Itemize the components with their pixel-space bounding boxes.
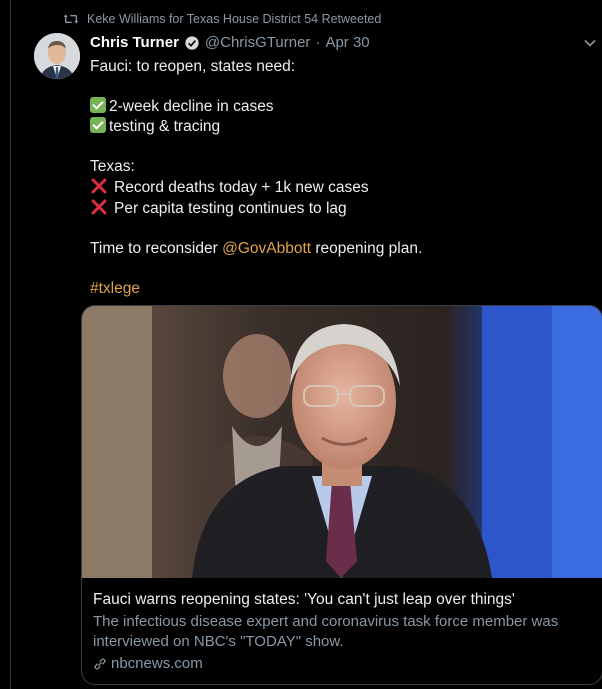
card-meta: Fauci warns reopening states: 'You can't… (93, 590, 592, 674)
texas-label: Texas: (90, 158, 135, 175)
issue-2-text: Per capita testing continues to lag (114, 200, 347, 217)
tweet-need-1: 2-week decline in cases (90, 97, 589, 117)
tweet-need-2: testing & tracing (90, 117, 589, 137)
cross-mark-icon (91, 199, 107, 215)
card-domain-row: nbcnews.com (93, 654, 592, 674)
mention-link[interactable]: @GovAbbott (222, 240, 311, 257)
retweet-context: Keke Williams for Texas House District 5… (63, 12, 381, 26)
link-icon (94, 658, 106, 670)
hashtag-link[interactable]: #txlege (90, 279, 589, 299)
author-name[interactable]: Chris Turner (90, 34, 179, 51)
retweet-icon (63, 14, 79, 24)
avatar[interactable] (34, 33, 80, 79)
author-handle[interactable]: @ChrisGTurner (205, 34, 311, 51)
avatar-photo (34, 33, 80, 79)
tweet-date[interactable]: Apr 30 (325, 34, 369, 51)
tweet-container[interactable]: Keke Williams for Texas House District 5… (10, 0, 602, 689)
closing-pre-text: Time to reconsider (90, 240, 223, 257)
check-mark-icon (90, 97, 106, 113)
card-title: Fauci warns reopening states: 'You can't… (93, 591, 515, 608)
need-2-text: testing & tracing (109, 118, 221, 135)
tweet-header: Chris Turner @ChrisGTurner · Apr 30 (90, 34, 563, 51)
need-1-text: 2-week decline in cases (109, 98, 274, 115)
card-image (82, 306, 602, 578)
issue-1-text: Record deaths today + 1k new cases (114, 179, 369, 196)
check-mark-icon (90, 117, 106, 133)
cross-mark-icon (91, 178, 107, 194)
tweet-closing: Time to reconsider @GovAbbott reopening … (90, 239, 589, 259)
closing-post-text: reopening plan. (311, 240, 423, 257)
tweet-text: Fauci: to reopen, states need: 2-week de… (90, 57, 589, 299)
retweet-label[interactable]: Keke Williams for Texas House District 5… (87, 12, 381, 26)
tweet-issue-1: Record deaths today + 1k new cases (90, 177, 589, 198)
tweet-line-1: Fauci: to reopen, states need: (90, 58, 296, 75)
tweet-issue-2: Per capita testing continues to lag (90, 198, 589, 219)
card-description: The infectious disease expert and corona… (93, 613, 559, 650)
chevron-down-icon[interactable] (583, 36, 597, 50)
verified-badge-icon (185, 35, 199, 50)
header-separator: · (315, 34, 321, 51)
link-preview-card[interactable]: Fauci warns reopening states: 'You can't… (81, 305, 602, 685)
card-domain: nbcnews.com (111, 655, 203, 672)
